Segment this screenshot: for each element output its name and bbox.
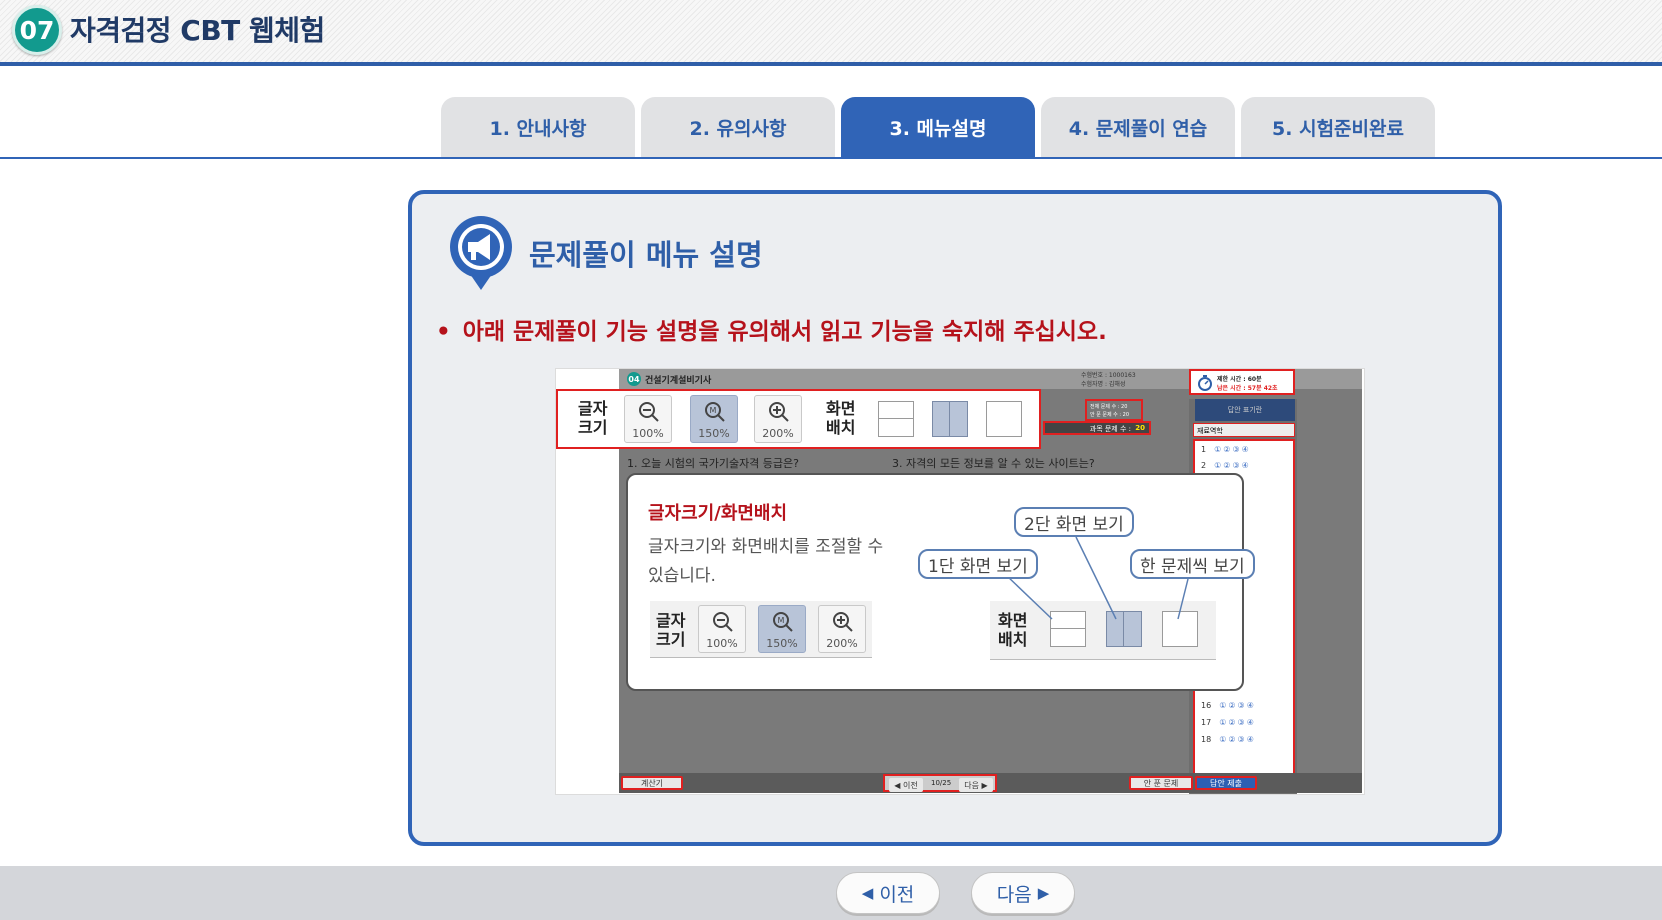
next-button[interactable]: 다음 ▶ <box>971 872 1075 914</box>
layout-label: 화면 배치 <box>826 399 856 437</box>
menu-screenshot: 04 건설기계설비기사 수험번호 : 1000163 수험자명 : 김해성 제한… <box>555 368 1365 795</box>
timer-box: 제한 시간 : 60분 남은 시간 : 57분 42초 <box>1189 369 1295 395</box>
header-bar: 07 자격검정 CBT 웹체험 <box>0 0 1662 66</box>
unsolved-questions-button[interactable]: 안 푼 문제 <box>1129 776 1193 790</box>
notice-bullet: • <box>436 319 451 345</box>
step-badge: 07 <box>12 5 62 55</box>
zoom-in-icon <box>769 402 789 422</box>
content-panel: 문제풀이 메뉴 설명 • 아래 문제풀이 기능 설명을 유의해서 읽고 기능을 숙… <box>408 190 1502 846</box>
time-left: 남은 시간 : 57분 42초 <box>1217 385 1278 392</box>
tab-precautions[interactable]: 2. 유의사항 <box>641 97 835 157</box>
layout-two-row-button[interactable] <box>878 401 914 437</box>
layout-two-column-button[interactable] <box>932 401 968 437</box>
exam-badge: 04 <box>627 372 641 386</box>
tab-menu-guide[interactable]: 3. 메뉴설명 <box>841 97 1035 157</box>
answer-row[interactable]: 2 ①②③④ <box>1201 461 1251 470</box>
subject-count-box: 과목 문제 수 : 20 <box>1043 421 1151 435</box>
question-1-text: 1. 오늘 시험의 국가기술자격 등급은? <box>627 457 799 470</box>
time-limit: 제한 시간 : 60분 <box>1217 376 1262 383</box>
footer-bar <box>0 866 1662 920</box>
bubble-two-column: 2단 화면 보기 <box>1014 507 1134 537</box>
font-layout-callout: 글자크기/화면배치 글자크기와 화면배치를 조절할 수 있습니다. 글자 크기 … <box>626 473 1255 691</box>
megaphone-icon <box>450 216 512 290</box>
tab-underline <box>0 157 1662 159</box>
stopwatch-icon <box>1198 375 1212 391</box>
answer-row[interactable]: 16 ①②③④ <box>1201 701 1256 710</box>
tab-notice[interactable]: 1. 안내사항 <box>441 97 635 157</box>
answer-row[interactable]: 17 ①②③④ <box>1201 718 1256 727</box>
unsolved-questions: 안 푼 문제 수 : 20 <box>1090 412 1129 418</box>
next-button-label: 다음 <box>996 883 1032 906</box>
calculator-button[interactable]: 계산기 <box>621 776 683 790</box>
svg-text:M: M <box>710 406 717 415</box>
exam-name: 건설기계설비기사 <box>645 376 712 386</box>
prev-page-button[interactable]: ◀ 이전 <box>889 778 923 792</box>
bubble-one-column: 1단 화면 보기 <box>918 549 1038 579</box>
step-tabs: 1. 안내사항 2. 유의사항 3. 메뉴설명 4. 문제풀이 연습 5. 시험… <box>441 97 1435 157</box>
font-size-label: 글자 크기 <box>578 399 608 437</box>
total-questions: 전체 문제 수 : 20 <box>1090 404 1128 410</box>
question-3-text: 3. 자격의 모든 정보를 알 수 있는 사이트는? <box>892 457 1095 470</box>
subject-count-value: 20 <box>1135 424 1145 432</box>
tab-practice[interactable]: 4. 문제풀이 연습 <box>1041 97 1235 157</box>
zoom-out-icon <box>639 402 659 422</box>
notice-message: 아래 문제풀이 기능 설명을 유의해서 읽고 기능을 숙지해 주십시오. <box>462 319 1107 345</box>
callout-arrows <box>1005 536 1189 620</box>
candidate-number: 수험번호 : 1000163 <box>1081 372 1136 379</box>
answer-row[interactable]: 1 ①②③④ <box>1201 445 1251 454</box>
prev-arrow-icon: ◀ <box>861 884 874 902</box>
zoom-100-button[interactable]: 100% <box>624 395 672 443</box>
zoom-200-button[interactable]: 200% <box>754 395 802 443</box>
zoom-150-button[interactable]: M 150% <box>690 395 738 443</box>
page-indicator: 10/25 <box>931 779 952 787</box>
submit-answers-button[interactable]: 답안 제출 <box>1195 776 1257 790</box>
candidate-name: 수험자명 : 김해성 <box>1081 381 1126 388</box>
subject-select[interactable]: 재료역학 <box>1193 423 1295 437</box>
panel-title: 문제풀이 메뉴 설명 <box>529 238 763 272</box>
answer-sheet-header: 답안 표기란 <box>1195 399 1295 421</box>
prev-button[interactable]: ◀ 이전 <box>836 872 940 914</box>
bubble-single-question: 한 문제씩 보기 <box>1130 549 1255 579</box>
tab-ready[interactable]: 5. 시험준비완료 <box>1241 97 1435 157</box>
prev-button-label: 이전 <box>879 883 915 906</box>
answer-row[interactable]: 18 ①②③④ <box>1201 735 1256 744</box>
font-layout-toolbar: 글자 크기 100% M 150% 200% 화면 배치 <box>556 389 1041 449</box>
notice-text: • 아래 문제풀이 기능 설명을 유의해서 읽고 기능을 숙지해 주십시오. <box>436 312 1107 346</box>
zoom-medium-icon: M <box>705 402 725 422</box>
next-arrow-icon: ▶ <box>1037 884 1050 902</box>
layout-single-button[interactable] <box>986 401 1022 437</box>
page-title: 자격검정 CBT 웹체험 <box>70 14 325 47</box>
pager-box: ◀ 이전 10/25 다음 ▶ <box>883 774 997 792</box>
subject-count-label: 과목 문제 수 : <box>1089 425 1131 433</box>
next-page-button[interactable]: 다음 ▶ <box>959 778 993 792</box>
question-count-box: 전체 문제 수 : 20 안 푼 문제 수 : 20 <box>1085 399 1143 421</box>
